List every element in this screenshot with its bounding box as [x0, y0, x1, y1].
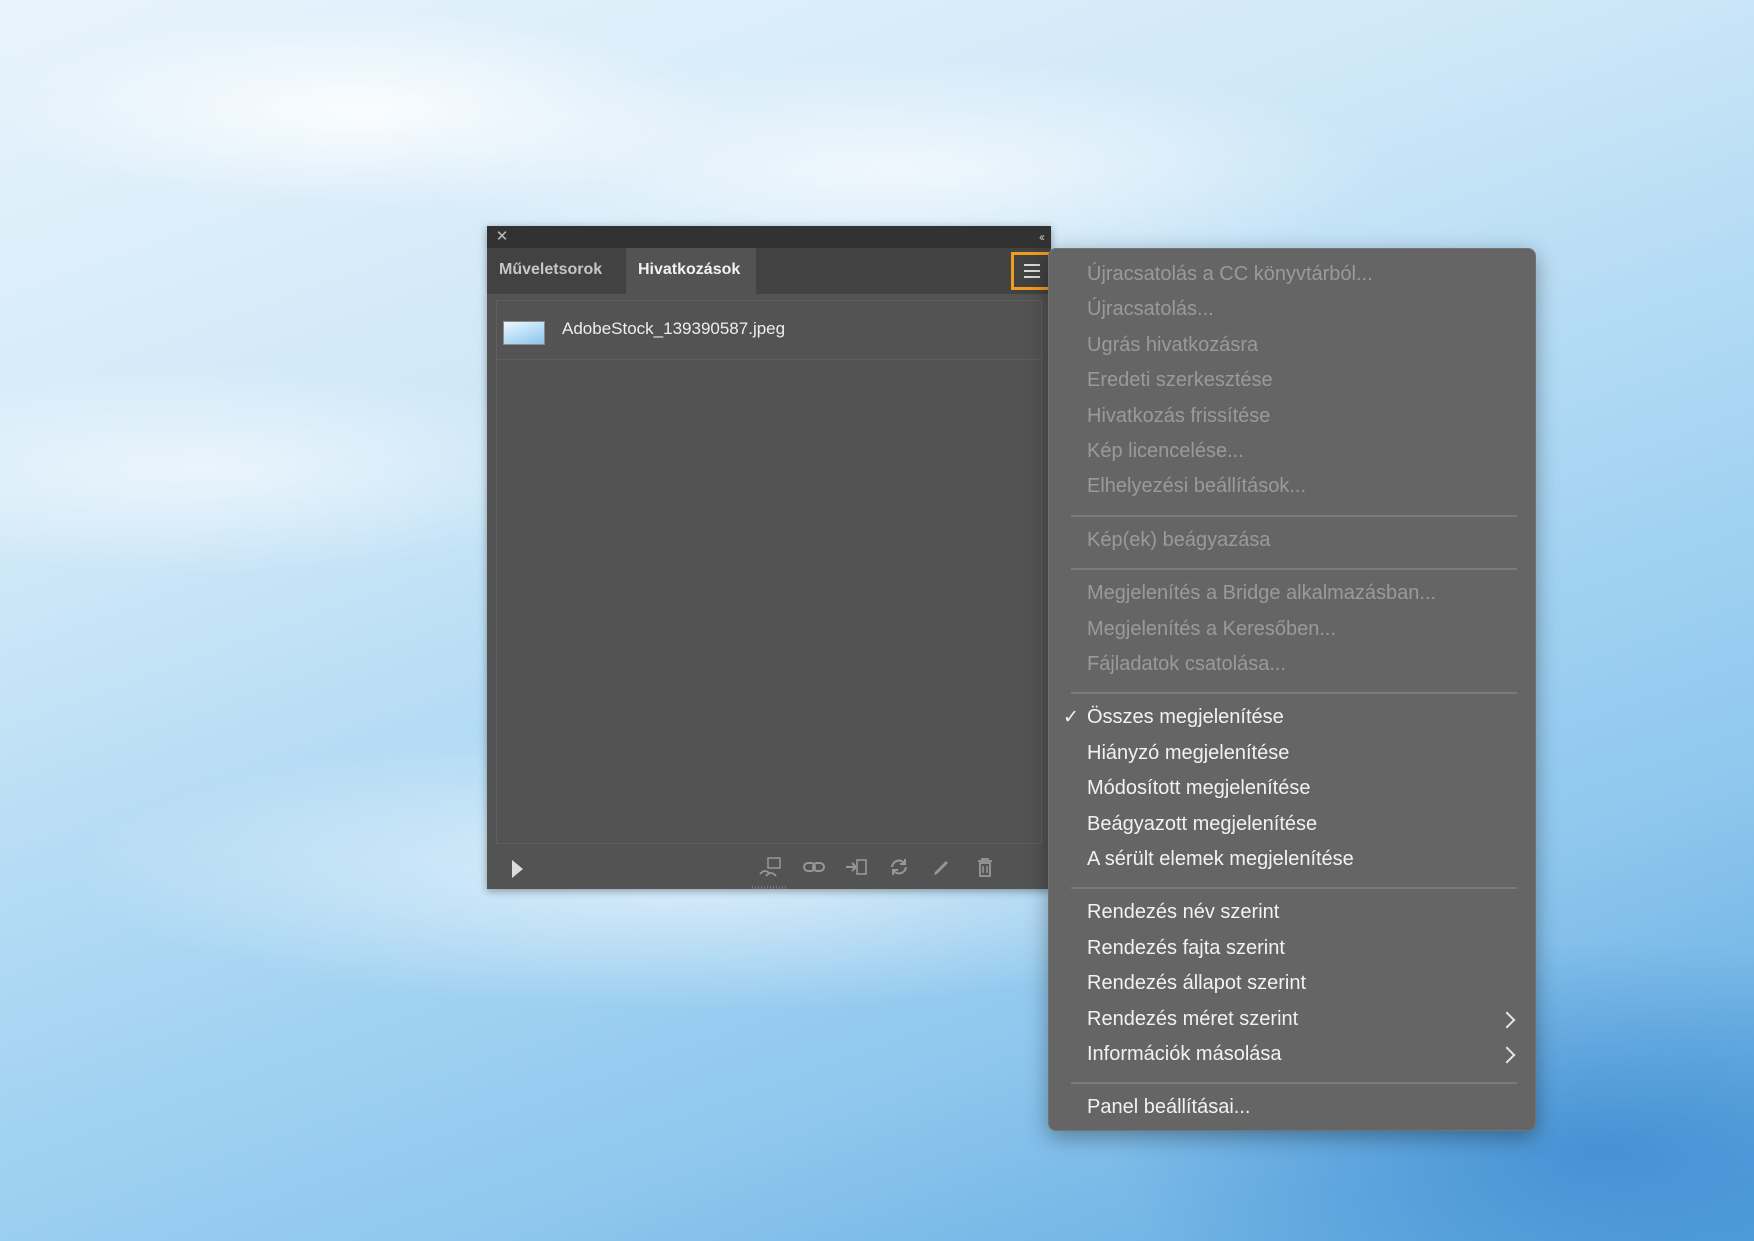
menu-item[interactable]: Fájladatok csatolása...: [1087, 649, 1286, 679]
list-item[interactable]: AdobeStock_139390587.jpeg: [497, 301, 1041, 360]
menu-item[interactable]: Beágyazott megjelenítése: [1087, 809, 1317, 839]
tab-actions[interactable]: Műveletsorok: [487, 248, 626, 294]
edit-original-icon[interactable]: [930, 856, 954, 878]
links-panel: ✕ ‹‹ Műveletsorok Hivatkozások AdobeStoc…: [487, 226, 1051, 889]
menu-separator: [1071, 1082, 1517, 1085]
menu-item[interactable]: Módosított megjelenítése: [1087, 773, 1310, 803]
menu-item[interactable]: Információk másolása: [1087, 1039, 1282, 1069]
tab-links[interactable]: Hivatkozások: [626, 248, 756, 294]
hamburger-icon: [1024, 264, 1040, 266]
menu-item[interactable]: Újracsatolás...: [1087, 294, 1214, 324]
relink-icon[interactable]: [802, 856, 826, 878]
hamburger-line: [1024, 270, 1040, 272]
menu-item[interactable]: Panel beállításai...: [1087, 1092, 1250, 1122]
menu-item[interactable]: Eredeti szerkesztése: [1087, 365, 1273, 395]
close-icon[interactable]: ✕: [493, 227, 511, 247]
menu-item[interactable]: Kép licencelése...: [1087, 436, 1244, 466]
menu-item[interactable]: A sérült elemek megjelenítése: [1087, 844, 1354, 874]
chevron-right-icon: [1498, 1011, 1516, 1029]
resize-grip[interactable]: [752, 886, 786, 889]
panel-bottom-toolbar: [487, 846, 1051, 886]
play-icon[interactable]: [512, 860, 523, 878]
delete-icon[interactable]: [973, 856, 997, 878]
menu-item[interactable]: Elhelyezési beállítások...: [1087, 471, 1306, 501]
menu-item[interactable]: Megjelenítés a Keresőben...: [1087, 614, 1336, 644]
menu-item[interactable]: Rendezés fajta szerint: [1087, 933, 1285, 963]
panel-titlebar: ✕ ‹‹: [487, 226, 1051, 248]
hamburger-line: [1024, 276, 1040, 278]
checkmark-icon: ✓: [1063, 707, 1079, 729]
update-link-icon[interactable]: [887, 856, 911, 878]
collapse-icon[interactable]: ‹‹: [1039, 227, 1045, 247]
menu-separator: [1071, 887, 1517, 890]
panel-menu-button[interactable]: [1011, 252, 1051, 290]
panel-flyout-menu: Újracsatolás a CC könyvtárból... Újracsat…: [1048, 248, 1536, 1131]
menu-item[interactable]: Ugrás hivatkozásra: [1087, 330, 1258, 360]
relink-cc-icon[interactable]: [758, 856, 782, 878]
menu-separator: [1071, 514, 1517, 517]
goto-link-icon[interactable]: [844, 856, 868, 878]
links-list: AdobeStock_139390587.jpeg: [496, 300, 1042, 844]
menu-item[interactable]: Hivatkozás frissítése: [1087, 401, 1270, 431]
menu-item[interactable]: Kép(ek) beágyazása: [1087, 525, 1270, 555]
menu-separator: [1071, 568, 1517, 571]
menu-item[interactable]: Hiányzó megjelenítése: [1087, 738, 1289, 768]
menu-item[interactable]: Összes megjelenítése: [1087, 702, 1284, 732]
menu-item[interactable]: Rendezés név szerint: [1087, 897, 1279, 927]
image-thumbnail: [503, 321, 545, 345]
menu-item[interactable]: Rendezés méret szerint: [1087, 1004, 1298, 1034]
menu-separator: [1071, 692, 1517, 695]
menu-item[interactable]: Újracsatolás a CC könyvtárból...: [1087, 259, 1373, 289]
menu-item[interactable]: Rendezés állapot szerint: [1087, 968, 1306, 998]
tab-bar: Műveletsorok Hivatkozások: [487, 248, 1051, 294]
link-filename: AdobeStock_139390587.jpeg: [562, 319, 786, 338]
chevron-right-icon: [1498, 1046, 1516, 1064]
menu-item[interactable]: Megjelenítés a Bridge alkalmazásban...: [1087, 578, 1436, 608]
